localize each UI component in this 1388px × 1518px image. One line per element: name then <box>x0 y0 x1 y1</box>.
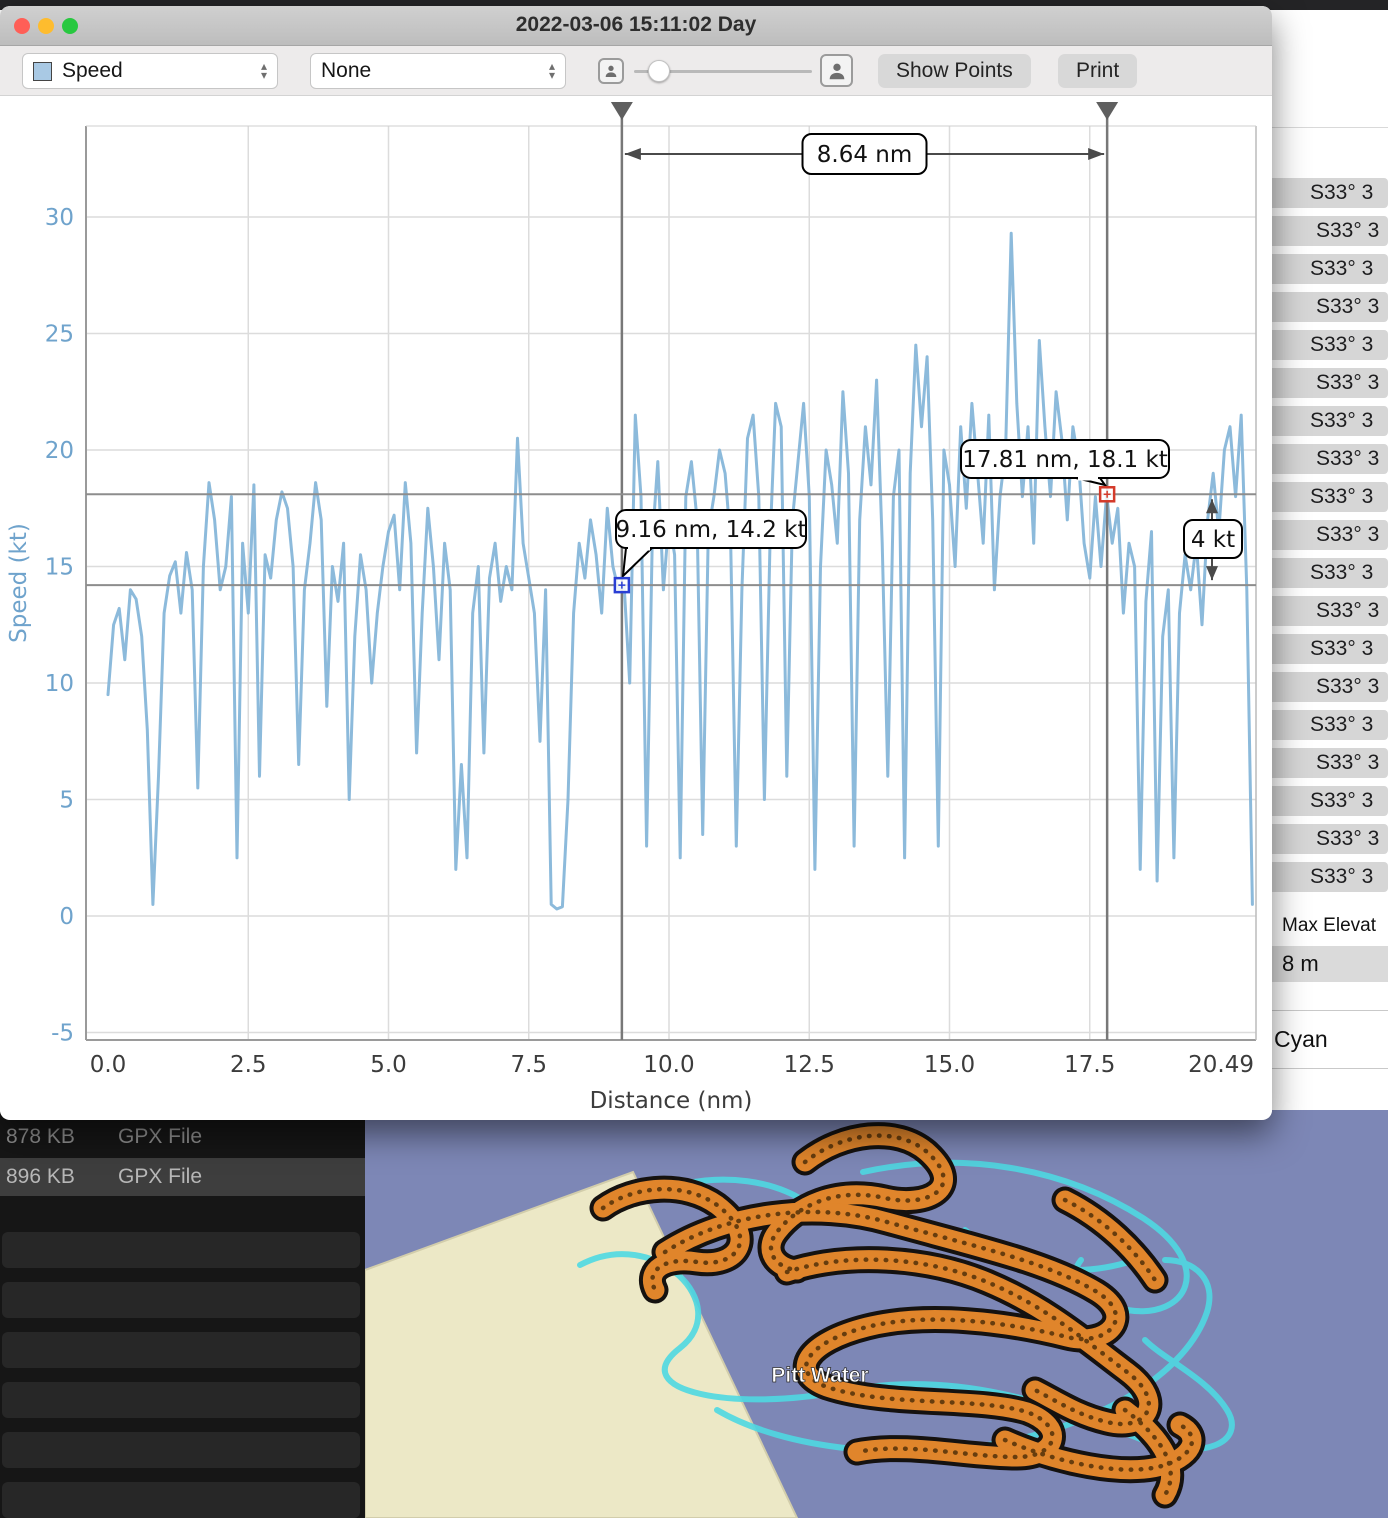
file-row-placeholder[interactable] <box>2 1382 360 1418</box>
max-elevation-label: Max Elevat <box>1282 915 1376 937</box>
marker-callout-label: 17.81 nm, 18.1 kt <box>962 447 1168 473</box>
coordinate-row[interactable]: S33° 3 <box>1260 862 1388 892</box>
x-tick-label: 5.0 <box>370 1052 407 1078</box>
series-select-value: Speed <box>62 59 123 83</box>
coordinate-row[interactable]: S33° 3 <box>1260 634 1388 664</box>
x-tick-label: 20.49 <box>1188 1052 1254 1078</box>
speed-chart[interactable]: 30 25 20 15 10 5 0 -5 0.0 2.5 5.0 7.5 10.0 12.5 15.0 17… <box>0 96 1272 1118</box>
file-list-panel: 878 KB GPX File 896 KB GPX File <box>0 1110 365 1518</box>
chart-window: 2022-03-06 15:11:02 Day Speed ▴▾ None ▴▾… <box>0 6 1272 1120</box>
file-row-placeholder[interactable] <box>2 1232 360 1268</box>
marker-callout-label: 9.16 nm, 14.2 kt <box>616 517 807 543</box>
window-title: 2022-03-06 15:11:02 Day <box>0 13 1272 37</box>
y-axis-title: Speed (kt) <box>6 523 32 643</box>
file-row-placeholder[interactable] <box>2 1332 360 1368</box>
speed-series <box>108 233 1252 909</box>
coordinate-row[interactable]: S33° 3 <box>1260 406 1388 436</box>
file-row-placeholder[interactable] <box>2 1432 360 1468</box>
marker-handle[interactable] <box>1096 102 1118 120</box>
print-button[interactable]: Print <box>1058 54 1137 88</box>
coordinate-row[interactable]: S33° 3 <box>1260 520 1388 550</box>
x-tick-label: 10.0 <box>643 1052 694 1078</box>
marker-handle[interactable] <box>611 102 633 120</box>
titlebar[interactable]: 2022-03-06 15:11:02 Day <box>0 6 1272 46</box>
coordinate-row[interactable]: S33° 3 <box>1260 672 1388 702</box>
coordinate-row[interactable]: S33° 3 <box>1260 786 1388 816</box>
overlay-select[interactable]: None ▴▾ <box>310 53 566 89</box>
coordinate-row[interactable]: S33° 3 <box>1260 748 1388 778</box>
toolbar: Speed ▴▾ None ▴▾ Show Points Print <box>0 46 1272 96</box>
track-color-value[interactable]: Cyan <box>1274 1026 1328 1053</box>
arrowhead-left <box>625 148 641 160</box>
chevron-up-down-icon: ▴▾ <box>537 62 555 80</box>
callout-tail <box>623 548 652 576</box>
file-row[interactable]: 896 KB GPX File <box>0 1158 365 1196</box>
coordinate-row[interactable]: S33° 3 <box>1260 558 1388 588</box>
coordinate-row[interactable]: S33° 3 <box>1260 482 1388 512</box>
arrowhead-right <box>1088 148 1104 160</box>
panel-divider <box>1260 127 1388 128</box>
callout-tail-mask <box>628 546 650 551</box>
x-tick-label: 15.0 <box>924 1052 975 1078</box>
x-tick-label: 12.5 <box>784 1052 835 1078</box>
coordinate-row[interactable]: S33° 3 <box>1260 368 1388 398</box>
delta-label: 4 kt <box>1191 527 1235 553</box>
series-select[interactable]: Speed ▴▾ <box>22 53 278 89</box>
x-tick-label: 2.5 <box>230 1052 267 1078</box>
slider-knob[interactable] <box>648 60 670 82</box>
coordinates-panel: S33° 3 S33° 3 S33° 3 S33° 3 S33° 3 S33° 3 S33°… <box>1260 10 1388 1110</box>
chart-area[interactable]: 30 25 20 15 10 5 0 -5 0.0 2.5 5.0 7.5 10.0 12.5 15.0 17… <box>0 96 1272 1118</box>
coordinate-row[interactable]: S33° 3 <box>1260 254 1388 284</box>
arrowhead-down <box>1206 566 1218 580</box>
coordinate-row[interactable]: S33° 3 <box>1260 292 1388 322</box>
show-points-button[interactable]: Show Points <box>878 54 1031 88</box>
file-row[interactable]: 878 KB GPX File <box>0 1118 365 1156</box>
file-row-placeholder[interactable] <box>2 1282 360 1318</box>
file-type: GPX File <box>118 1158 202 1196</box>
x-tick-label: 0.0 <box>90 1052 127 1078</box>
x-tick-label: 17.5 <box>1064 1052 1115 1078</box>
map-canvas[interactable]: Pitt Water <box>365 1110 1388 1518</box>
panel-divider <box>1260 1068 1388 1069</box>
max-elevation-value: 8 m <box>1260 946 1388 982</box>
y-tick-label: 10 <box>45 671 74 697</box>
file-size: 878 KB <box>6 1118 75 1156</box>
callout-tail-mask <box>1078 476 1098 481</box>
y-tick-label: 25 <box>45 322 74 348</box>
y-tick-label: 20 <box>45 438 74 464</box>
coordinate-row[interactable]: S33° 3 <box>1260 216 1388 246</box>
y-tick-label: 30 <box>45 205 74 231</box>
map-view[interactable]: Pitt Water <box>365 1110 1388 1518</box>
coordinate-row-list: S33° 3 S33° 3 S33° 3 S33° 3 S33° 3 S33° 3 S33°… <box>1260 178 1388 900</box>
coordinate-row[interactable]: S33° 3 <box>1260 330 1388 360</box>
file-row-placeholder[interactable] <box>2 1482 360 1518</box>
file-type: GPX File <box>118 1118 202 1156</box>
x-tick-label: 7.5 <box>510 1052 547 1078</box>
person-large-icon <box>820 54 853 87</box>
coordinate-row[interactable]: S33° 3 <box>1260 178 1388 208</box>
chevron-up-down-icon: ▴▾ <box>249 62 267 80</box>
panel-divider <box>1260 1010 1388 1011</box>
y-tick-label: -5 <box>51 1021 74 1047</box>
coordinate-row[interactable]: S33° 3 <box>1260 710 1388 740</box>
series-color-swatch <box>33 62 52 81</box>
y-tick-label: 5 <box>59 788 74 814</box>
coordinate-row[interactable]: S33° 3 <box>1260 596 1388 626</box>
y-tick-label: 0 <box>59 904 74 930</box>
measure-label: 8.64 nm <box>817 142 913 168</box>
map-place-label: Pitt Water <box>771 1364 868 1387</box>
point-size-slider[interactable] <box>634 70 812 73</box>
y-tick-label: 15 <box>45 555 74 581</box>
file-size: 896 KB <box>6 1158 75 1196</box>
overlay-select-value: None <box>321 59 371 83</box>
coordinate-row[interactable]: S33° 3 <box>1260 824 1388 854</box>
person-small-icon <box>598 58 624 84</box>
x-axis-title: Distance (nm) <box>590 1088 753 1114</box>
coordinate-row[interactable]: S33° 3 <box>1260 444 1388 474</box>
